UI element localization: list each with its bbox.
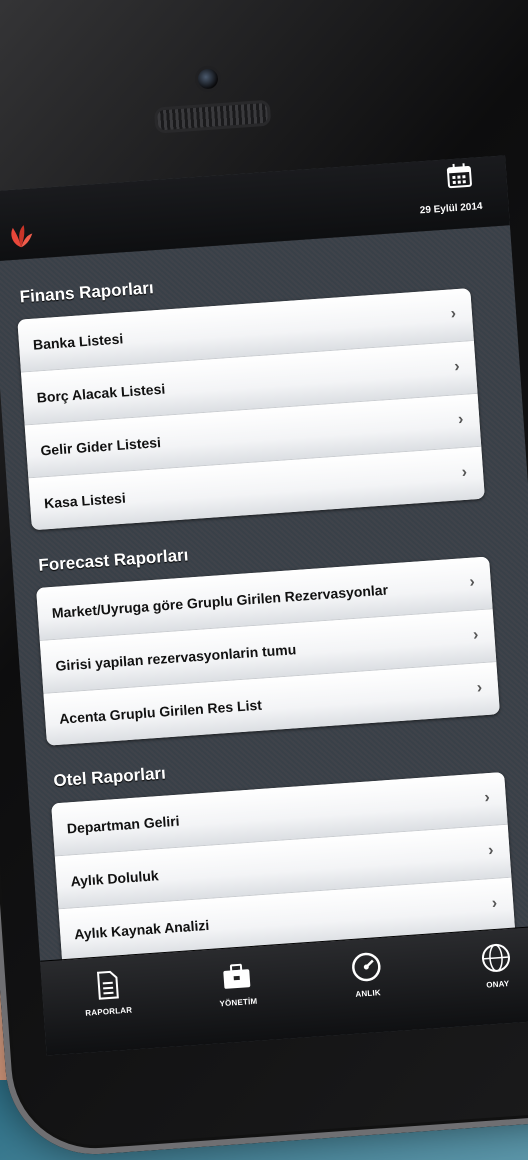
report-list: Finans Raporları Banka Listesi › Borç Ala…: [0, 225, 528, 962]
chevron-right-icon: ›: [472, 626, 479, 644]
calendar-icon: [446, 163, 472, 189]
tab-label: ANLIK: [355, 988, 382, 999]
list-item-label: Acenta Gruplu Girilen Res List: [58, 696, 263, 727]
tab-raporlar[interactable]: RAPORLAR: [40, 953, 176, 1056]
gauge-icon: [352, 952, 381, 982]
chevron-right-icon: ›: [468, 573, 476, 591]
app-screen: 29 Eylül 2014 Finans Raporları Banka Lis…: [0, 155, 528, 1056]
chevron-right-icon: ›: [476, 679, 483, 697]
chevron-right-icon: ›: [453, 358, 461, 376]
calendar-button[interactable]: [445, 162, 473, 190]
current-date: 29 Eylül 2014: [419, 201, 483, 217]
list-item-label: Aylık Doluluk: [70, 867, 160, 890]
tab-onay[interactable]: ONAY: [429, 925, 528, 1028]
list-item-label: Banka Listesi: [32, 330, 124, 353]
chevron-right-icon: ›: [461, 463, 468, 482]
chevron-right-icon: ›: [491, 894, 498, 913]
list-item-label: Gelir Gider Listesi: [39, 434, 162, 459]
list-item-label: Kasa Listesi: [43, 489, 127, 512]
list-item-label: Aylık Kaynak Analizi: [73, 916, 210, 943]
finans-group: Banka Listesi › Borç Alacak Listesi › Geli…: [17, 288, 485, 531]
tab-anlik[interactable]: ANLIK: [300, 935, 436, 1038]
list-item-label: Market/Uyruga göre Gruplu Girilen Rezerv…: [51, 581, 389, 622]
tab-label: ONAY: [485, 979, 510, 990]
globe-icon: [481, 943, 510, 972]
front-camera: [194, 65, 222, 93]
chevron-right-icon: ›: [483, 788, 491, 807]
document-icon: [96, 970, 119, 1000]
briefcase-icon: [223, 963, 251, 989]
chevron-right-icon: ›: [457, 410, 464, 429]
chevron-right-icon: ›: [450, 305, 457, 323]
flower-logo-icon: [11, 225, 33, 248]
phone-frame: 29 Eylül 2014 Finans Raporları Banka Lis…: [0, 0, 528, 1160]
tab-label: YÖNETİM: [219, 996, 258, 1009]
tab-yonetim[interactable]: YÖNETİM: [170, 944, 306, 1047]
list-item-label: Girisi yapilan rezervasyonlarin tumu: [54, 641, 297, 674]
chevron-right-icon: ›: [487, 841, 495, 860]
forecast-group: Market/Uyruga göre Gruplu Girilen Rezerv…: [36, 556, 500, 746]
tab-label: RAPORLAR: [85, 1005, 133, 1018]
list-item-label: Departman Geliri: [66, 812, 181, 837]
list-item-label: Borç Alacak Listesi: [36, 380, 166, 406]
report-list-scroll[interactable]: Finans Raporları Banka Listesi › Borç Ala…: [0, 225, 528, 962]
earpiece-speaker: [153, 99, 272, 134]
